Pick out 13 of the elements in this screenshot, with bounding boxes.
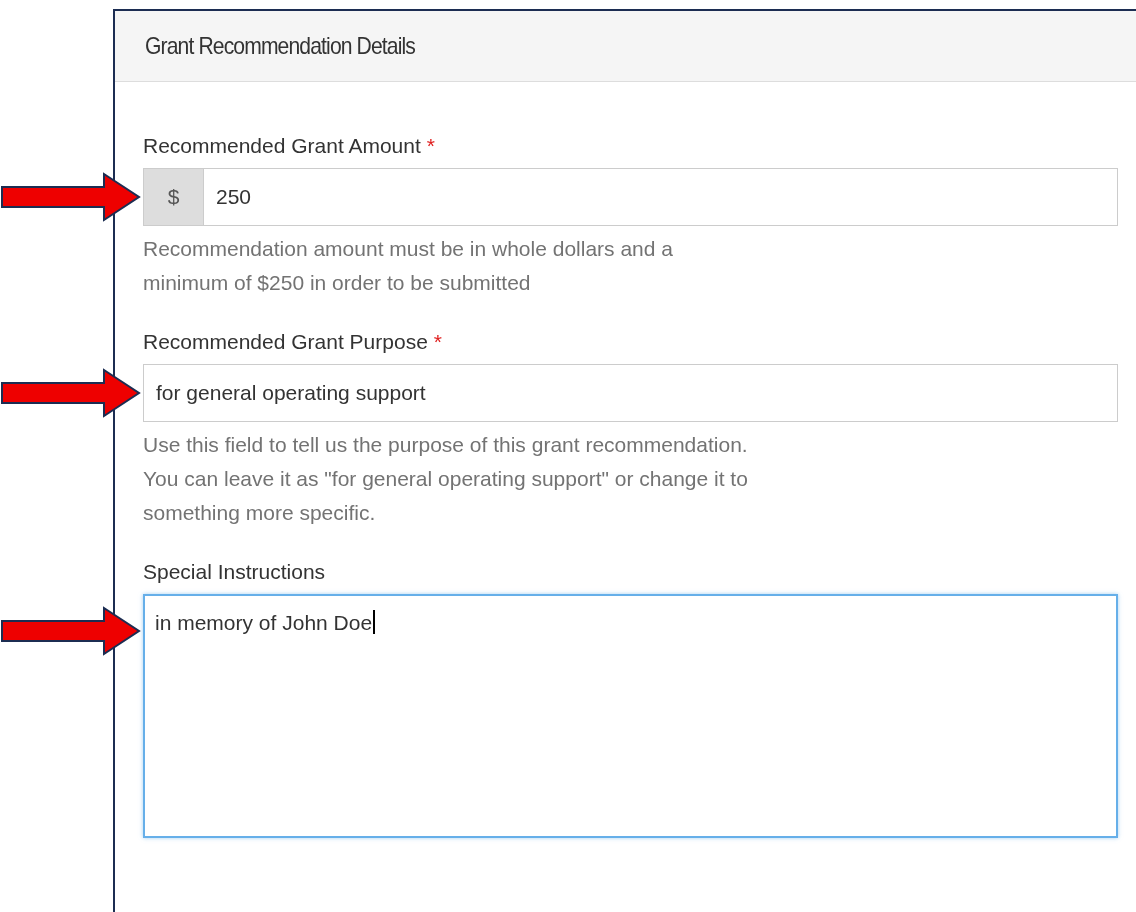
currency-addon: $ bbox=[143, 168, 203, 226]
instructions-field[interactable]: in memory of John Doe bbox=[143, 594, 1118, 838]
field-label: Recommended Grant Purpose bbox=[143, 330, 428, 354]
amount-field[interactable]: 250 bbox=[203, 168, 1118, 226]
panel-title: Grant Recommendation Details bbox=[145, 32, 415, 60]
help-text: Recommendation amount must be in whole dollars and a minimum of $250 in order to be submitted bbox=[143, 236, 674, 296]
text-cursor-icon bbox=[373, 610, 376, 634]
required-mark: * bbox=[433, 330, 442, 353]
purpose-field[interactable]: for general operating support bbox=[143, 364, 1118, 422]
field-label: Special Instructions bbox=[143, 560, 326, 584]
field-label: Recommended Grant Amount bbox=[143, 134, 421, 158]
required-mark: * bbox=[426, 134, 435, 157]
help-text: Use this field to tell us the purpose of this grant recommendation. You can leave it as "for general operating support" or change it to something more specific. bbox=[143, 432, 749, 526]
